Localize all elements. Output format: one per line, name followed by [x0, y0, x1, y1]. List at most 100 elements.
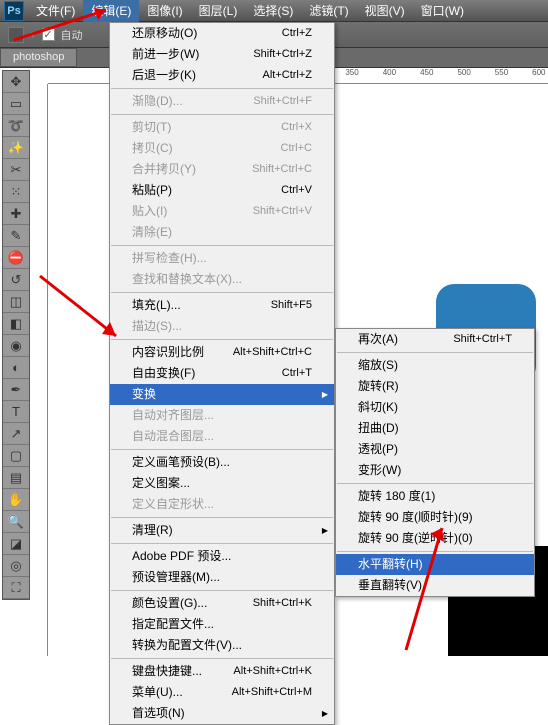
menu-filter[interactable]: 滤镜(T) — [301, 0, 356, 22]
edit-menu-item: 剪切(T)Ctrl+X — [110, 117, 334, 138]
menu-view[interactable]: 视图(V) — [357, 0, 413, 22]
edit-menu: 还原移动(O)Ctrl+Z前进一步(W)Shift+Ctrl+Z后退一步(K)A… — [109, 22, 335, 725]
menu-item-label: 透视(P) — [358, 441, 398, 458]
menu-item-shortcut: Shift+Ctrl+K — [253, 595, 312, 612]
transform-menu-item[interactable]: 垂直翻转(V) — [336, 575, 534, 596]
edit-menu-item[interactable]: 还原移动(O)Ctrl+Z — [110, 23, 334, 44]
toolbox: ✥ ▭ ➰ ✨ ✂ ⁙ ✚ ✎ ⛔ ↺ ◫ ◧ ◉ ◐ ✒ T ↗ ▢ ▤ ✋ … — [2, 70, 30, 600]
edit-menu-item[interactable]: 粘贴(P)Ctrl+V — [110, 180, 334, 201]
edit-menu-item[interactable]: 后退一步(K)Alt+Ctrl+Z — [110, 65, 334, 86]
transform-menu-item[interactable]: 旋转(R) — [336, 376, 534, 397]
notes-tool-icon[interactable]: ▤ — [3, 467, 29, 489]
edit-menu-item[interactable]: 首选项(N) — [110, 703, 334, 724]
menu-layer[interactable]: 图层(L) — [191, 0, 246, 22]
menu-separator — [337, 483, 533, 484]
eraser-tool-icon[interactable]: ◫ — [3, 291, 29, 313]
menu-item-label: 查找和替换文本(X)... — [132, 271, 242, 288]
menu-item-shortcut: Ctrl+C — [281, 140, 312, 157]
type-tool-icon[interactable]: T — [3, 401, 29, 423]
edit-menu-item: 清除(E) — [110, 222, 334, 243]
edit-menu-item: 查找和替换文本(X)... — [110, 269, 334, 290]
transform-menu-item[interactable]: 缩放(S) — [336, 355, 534, 376]
transform-menu-item[interactable]: 变形(W) — [336, 460, 534, 481]
menu-file[interactable]: 文件(F) — [28, 0, 83, 22]
menu-item-label: 水平翻转(H) — [358, 556, 423, 573]
menu-item-label: 旋转 90 度(顺时针)(9) — [358, 509, 473, 526]
hand-tool-icon[interactable]: ✋ — [3, 489, 29, 511]
edit-menu-item[interactable]: 清理(R) — [110, 520, 334, 541]
menu-item-shortcut: Alt+Shift+Ctrl+C — [233, 344, 312, 361]
edit-menu-item: 描边(S)... — [110, 316, 334, 337]
menu-item-shortcut: Shift+Ctrl+F — [253, 93, 312, 110]
transform-menu-item[interactable]: 旋转 90 度(逆时针)(0) — [336, 528, 534, 549]
menu-separator — [111, 517, 333, 518]
move-tool-icon[interactable]: ✥ — [3, 71, 29, 93]
doc-tab[interactable]: photoshop — [0, 48, 77, 67]
edit-menu-item[interactable]: 预设管理器(M)... — [110, 567, 334, 588]
edit-menu-item[interactable]: 内容识别比例Alt+Shift+Ctrl+C — [110, 342, 334, 363]
menu-item-label: 颜色设置(G)... — [132, 595, 207, 612]
transform-menu-item[interactable]: 斜切(K) — [336, 397, 534, 418]
menu-separator — [337, 352, 533, 353]
stamp-tool-icon[interactable]: ⛔ — [3, 247, 29, 269]
menu-item-label: 键盘快捷键... — [132, 663, 202, 680]
eyedropper-tool-icon[interactable]: ⁙ — [3, 181, 29, 203]
transform-menu-item[interactable]: 旋转 90 度(顺时针)(9) — [336, 507, 534, 528]
brush-tool-icon[interactable]: ✎ — [3, 225, 29, 247]
transform-menu-item[interactable]: 旋转 180 度(1) — [336, 486, 534, 507]
edit-menu-item[interactable]: Adobe PDF 预设... — [110, 546, 334, 567]
dodge-tool-icon[interactable]: ◐ — [3, 357, 29, 379]
edit-menu-item[interactable]: 键盘快捷键... Alt+Shift+Ctrl+K — [110, 661, 334, 682]
history-brush-icon[interactable]: ↺ — [3, 269, 29, 291]
edit-menu-item: 拷贝(C)Ctrl+C — [110, 138, 334, 159]
marquee-tool-icon[interactable]: ▭ — [3, 93, 29, 115]
menu-item-shortcut: Alt+Shift+Ctrl+K — [233, 663, 312, 680]
menu-item-shortcut: Alt+Shift+Ctrl+M — [232, 684, 312, 701]
move-tool-icon — [8, 27, 24, 43]
edit-menu-item: 自动混合图层... — [110, 426, 334, 447]
menu-item-label: 斜切(K) — [358, 399, 398, 416]
screenmode-icon[interactable]: ⛶ — [3, 577, 29, 599]
edit-menu-item[interactable]: 定义画笔预设(B)... — [110, 452, 334, 473]
wand-tool-icon[interactable]: ✨ — [3, 137, 29, 159]
edit-menu-item[interactable]: 变换 — [110, 384, 334, 405]
menu-item-label: 缩放(S) — [358, 357, 398, 374]
edit-menu-item[interactable]: 填充(L)...Shift+F5 — [110, 295, 334, 316]
menu-separator — [111, 292, 333, 293]
color-swatch-icon[interactable]: ◪ — [3, 533, 29, 555]
path-tool-icon[interactable]: ↗ — [3, 423, 29, 445]
edit-menu-item[interactable]: 颜色设置(G)... Shift+Ctrl+K — [110, 593, 334, 614]
heal-tool-icon[interactable]: ✚ — [3, 203, 29, 225]
transform-menu-item[interactable]: 透视(P) — [336, 439, 534, 460]
transform-menu-item[interactable]: 扭曲(D) — [336, 418, 534, 439]
edit-menu-item[interactable]: 转换为配置文件(V)... — [110, 635, 334, 656]
crop-tool-icon[interactable]: ✂ — [3, 159, 29, 181]
quickmask-icon[interactable]: ◎ — [3, 555, 29, 577]
pen-tool-icon[interactable]: ✒ — [3, 379, 29, 401]
shape-tool-icon[interactable]: ▢ — [3, 445, 29, 467]
menu-separator — [111, 339, 333, 340]
menu-separator — [111, 114, 333, 115]
transform-menu-item[interactable]: 再次(A)Shift+Ctrl+T — [336, 329, 534, 350]
edit-menu-item[interactable]: 定义图案... — [110, 473, 334, 494]
zoom-tool-icon[interactable]: 🔍 — [3, 511, 29, 533]
menu-window[interactable]: 窗口(W) — [413, 0, 472, 22]
blur-tool-icon[interactable]: ◉ — [3, 335, 29, 357]
menu-image[interactable]: 图像(I) — [139, 0, 190, 22]
ruler-tick: 600 — [532, 68, 545, 77]
edit-menu-item[interactable]: 菜单(U)...Alt+Shift+Ctrl+M — [110, 682, 334, 703]
gradient-tool-icon[interactable]: ◧ — [3, 313, 29, 335]
menu-item-label: 自动混合图层... — [132, 428, 214, 445]
menu-separator — [111, 543, 333, 544]
edit-menu-item[interactable]: 指定配置文件... — [110, 614, 334, 635]
menu-item-label: 指定配置文件... — [132, 616, 214, 633]
ruler-tick: 500 — [457, 68, 470, 77]
autoselect-checkbox[interactable]: ✓ — [42, 28, 55, 41]
transform-menu-item[interactable]: 水平翻转(H) — [336, 554, 534, 575]
menu-item-shortcut: Ctrl+T — [282, 365, 312, 382]
edit-menu-item[interactable]: 前进一步(W)Shift+Ctrl+Z — [110, 44, 334, 65]
menu-edit[interactable]: 编辑(E) — [83, 0, 139, 22]
edit-menu-item[interactable]: 自由变换(F)Ctrl+T — [110, 363, 334, 384]
lasso-tool-icon[interactable]: ➰ — [3, 115, 29, 137]
menu-select[interactable]: 选择(S) — [245, 0, 301, 22]
